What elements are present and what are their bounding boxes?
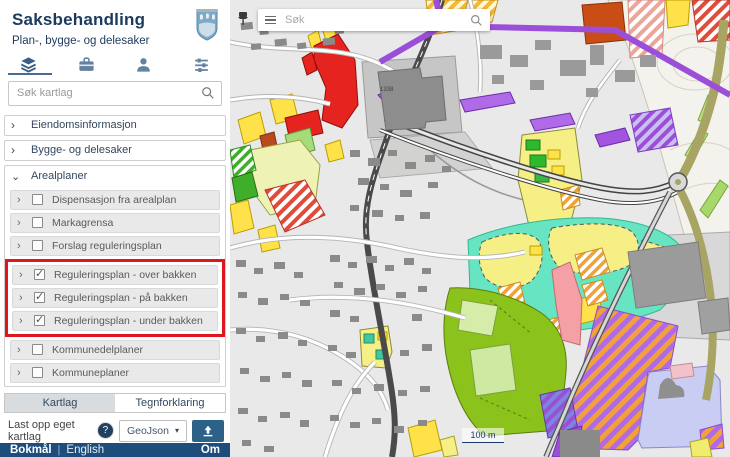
scale-bar: 100 m [462, 428, 504, 443]
layer-checkbox[interactable] [32, 344, 43, 355]
chevron-right-icon: › [11, 144, 25, 156]
layer-checkbox[interactable] [34, 292, 45, 303]
language-bokmal[interactable]: Bokmål [10, 444, 52, 456]
layer-label: Reguleringsplan - over bakken [54, 269, 196, 281]
layer-label: Kommuneplaner [52, 367, 129, 379]
chevron-right-icon: › [19, 269, 32, 281]
layer-label: Reguleringsplan - på bakken [54, 292, 188, 304]
person-icon [134, 55, 153, 74]
section-label: Bygge- og delesaker [31, 144, 132, 156]
bottom-tabs: Kartlag Tegnforklaring [4, 393, 226, 413]
highlight-box: › Reguleringsplan - over bakken › Regule… [5, 259, 225, 337]
layer-checkbox[interactable] [32, 194, 43, 205]
layer-sections: › Eiendomsinformasjon › Bygge- og delesa… [0, 111, 230, 387]
app-window: Saksbehandling Plan-, bygge- og delesake… [0, 0, 730, 457]
layer-checkbox[interactable] [32, 217, 43, 228]
upload-button[interactable] [192, 420, 224, 442]
chevron-right-icon: › [11, 119, 25, 131]
section-arealplaner-header[interactable]: ⌄ Arealplaner [5, 166, 225, 187]
chevron-right-icon: › [17, 344, 30, 356]
map-pane: 1338 100 m [230, 0, 730, 457]
language-divider: | [58, 444, 61, 456]
format-dropdown[interactable]: GeoJson ▾ [119, 420, 187, 442]
chevron-right-icon: › [17, 194, 30, 206]
layer-label: Markagrensa [52, 217, 113, 229]
map-canvas[interactable]: 1338 [230, 0, 730, 457]
chevron-down-icon: ⌄ [11, 170, 25, 183]
layer-row-markagrensa[interactable]: › Markagrensa [10, 213, 220, 233]
layer-row-reguleringsplan-pa-bakken[interactable]: › Reguleringsplan - på bakken [12, 288, 218, 308]
footer-bar: Bokmål | English Om [0, 443, 230, 457]
scale-label: 100 m [470, 430, 495, 440]
menu-icon[interactable] [265, 16, 276, 25]
language-english[interactable]: English [66, 444, 104, 456]
section-label: Arealplaner [31, 170, 87, 182]
section-eiendomsinformasjon[interactable]: › Eiendomsinformasjon [4, 115, 226, 136]
app-title: Saksbehandling [12, 10, 220, 30]
layer-checkbox[interactable] [34, 269, 45, 280]
chevron-right-icon: › [19, 292, 32, 304]
layer-label: Forslag reguleringsplan [52, 240, 162, 252]
chevron-right-icon: › [17, 240, 30, 252]
upload-label: Last opp eget kartlag [8, 419, 92, 443]
map-pin-icon [236, 10, 250, 26]
tab-user[interactable] [115, 55, 173, 75]
chevron-right-icon: › [19, 315, 32, 327]
layer-label: Kommunedelplaner [52, 344, 143, 356]
layer-checkbox[interactable] [34, 315, 45, 326]
tab-tegnforklaring[interactable]: Tegnforklaring [115, 393, 226, 413]
sidebar-header: Saksbehandling Plan-, bygge- og delesake… [0, 0, 230, 47]
app-subtitle: Plan-, bygge- og delesaker [12, 35, 220, 47]
search-icon [201, 86, 215, 100]
help-button[interactable]: ? [97, 422, 114, 439]
layer-row-kommuneplaner[interactable]: › Kommuneplaner [10, 363, 220, 383]
caret-down-icon: ▾ [175, 426, 179, 435]
upload-row: Last opp eget kartlag ? GeoJson ▾ [8, 419, 224, 443]
layer-checkbox[interactable] [32, 240, 43, 251]
section-arealplaner: ⌄ Arealplaner › Dispensasjon fra arealpl… [4, 165, 226, 387]
layers-icon [19, 55, 38, 74]
upload-icon [201, 424, 215, 438]
layer-row-kommunedelplaner[interactable]: › Kommunedelplaner [10, 340, 220, 360]
briefcase-icon [77, 55, 96, 74]
layer-search-input[interactable] [8, 81, 222, 106]
layer-row-reguleringsplan-over-bakken[interactable]: › Reguleringsplan - over bakken [12, 265, 218, 285]
search-icon[interactable] [470, 14, 483, 27]
sliders-icon [192, 55, 211, 74]
about-link[interactable]: Om [201, 444, 220, 456]
chevron-right-icon: › [17, 217, 30, 229]
municipality-crest-icon [194, 6, 220, 42]
map-search-bar [258, 9, 490, 31]
sidebar-toolbar [0, 55, 230, 75]
format-selected-value: GeoJson [127, 425, 169, 437]
chevron-right-icon: › [17, 367, 30, 379]
layer-row-reguleringsplan-under-bakken[interactable]: › Reguleringsplan - under bakken [12, 311, 218, 331]
section-label: Eiendomsinformasjon [31, 119, 137, 131]
map-search-input[interactable] [285, 14, 470, 26]
tab-cases[interactable] [58, 55, 116, 75]
tab-kartlag[interactable]: Kartlag [4, 393, 115, 413]
active-tab-underline [8, 73, 52, 75]
sidebar: Saksbehandling Plan-, bygge- og delesake… [0, 0, 230, 457]
plan-number-label: 1338 [380, 87, 394, 93]
layer-row-dispensasjon[interactable]: › Dispensasjon fra arealplan [10, 190, 220, 210]
layer-row-forslag-reguleringsplan[interactable]: › Forslag reguleringsplan [10, 236, 220, 256]
tab-filters[interactable] [173, 55, 231, 75]
layer-label: Reguleringsplan - under bakken [54, 315, 203, 327]
layer-checkbox[interactable] [32, 367, 43, 378]
layer-label: Dispensasjon fra arealplan [52, 194, 176, 206]
section-bygge-og-delesaker[interactable]: › Bygge- og delesaker [4, 140, 226, 161]
layer-search [8, 81, 222, 106]
